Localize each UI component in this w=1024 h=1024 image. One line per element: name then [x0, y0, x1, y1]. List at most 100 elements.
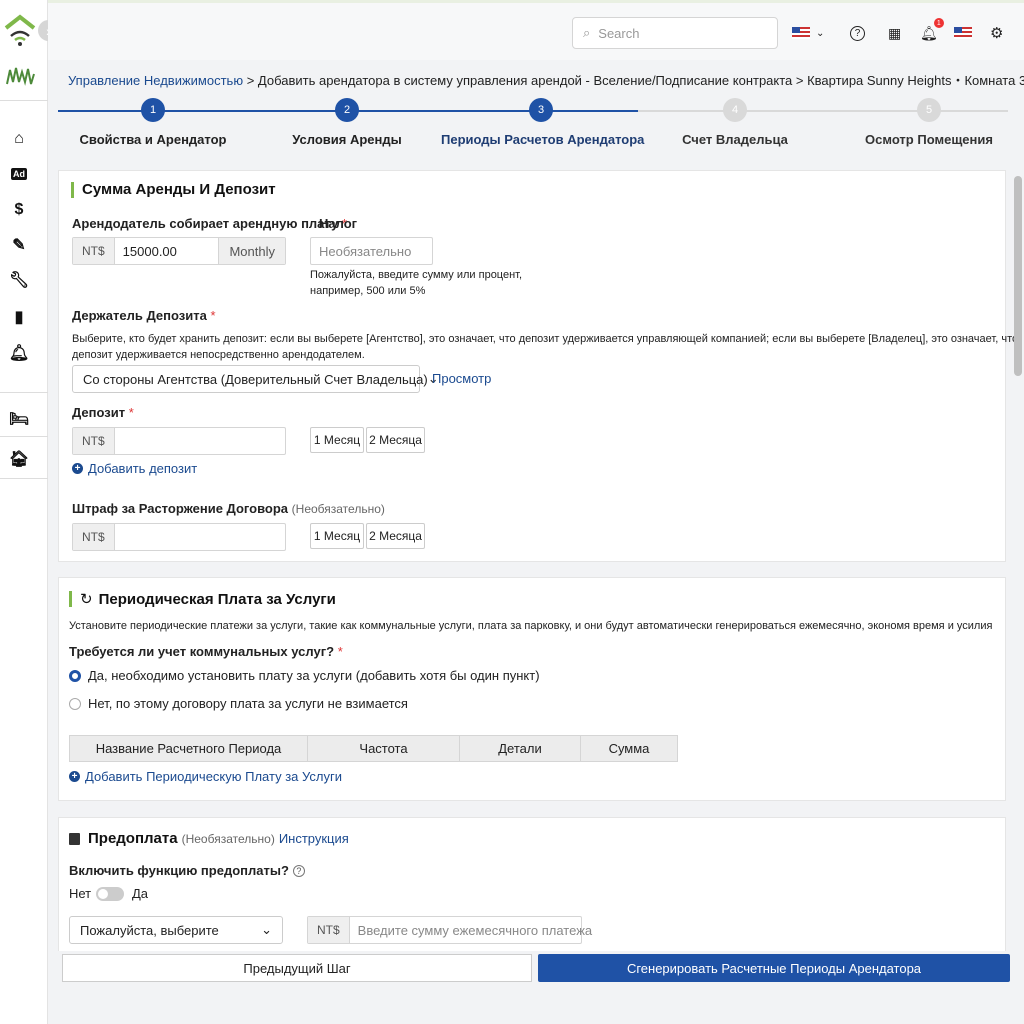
home-icon[interactable]: ⌂ [8, 128, 30, 150]
plus-circle-icon: + [72, 463, 83, 474]
penalty-value[interactable] [115, 524, 285, 550]
prepayment-question-text: Включить функцию предоплаты? [69, 863, 289, 878]
periodic-fees-title: ↻ Периодическая Плата за Услуги [69, 590, 336, 608]
bell-icon[interactable]: 🔔︎ [8, 342, 30, 364]
deposit-value[interactable] [115, 428, 285, 454]
search-input[interactable]: ⌕ Search [572, 17, 778, 49]
step-label: Осмотр Помещения [865, 132, 993, 147]
rent-amount-field[interactable]: NT$ 15000.00 Monthly [72, 237, 286, 265]
tax-input[interactable]: Необязательно [310, 237, 433, 265]
generate-periods-button[interactable]: Сгенерировать Расчетные Периоды Арендато… [538, 954, 1010, 982]
periodic-fees-card: ↻ Периодическая Плата за Услуги Установи… [58, 577, 1006, 801]
help-circle-icon[interactable]: ? [292, 864, 305, 877]
add-periodic-fee-link[interactable]: + Добавить Периодическую Плату за Услуги [69, 769, 342, 784]
prepayment-yes-label: Да [132, 886, 149, 901]
fees-yes-label: Да, необходимо установить плату за услуг… [88, 668, 540, 683]
help-icon[interactable]: ? [850, 23, 865, 43]
prepayment-select[interactable]: Пожалуйста, выберите ⌄ [69, 916, 283, 944]
rent-deposit-card: Сумма Аренды И Депозит Арендодатель соби… [58, 170, 1019, 562]
house-wifi-logo-icon[interactable] [2, 12, 38, 48]
deposit-holder-desc-line-1: Выберите, кто будет хранить депозит: есл… [72, 333, 1019, 345]
rent-period-addon[interactable]: Monthly [218, 238, 285, 264]
periodic-fees-title-text: Периодическая Плата за Услуги [98, 590, 336, 608]
rent-label-text: Арендодатель собирает арендную плату [72, 216, 339, 231]
step-number: 3 [529, 98, 553, 122]
tax-hint-line-1: Пожалуйста, введите сумму или процент, [310, 269, 523, 281]
house-user-icon[interactable]: 🏠︎ [8, 448, 30, 470]
bar-chart-icon[interactable]: ▮ [8, 306, 30, 328]
column-header-frequency: Частота [307, 735, 460, 762]
us-flag-icon [792, 27, 810, 39]
notification-bell-icon[interactable]: 🔔︎ 1 [920, 18, 944, 43]
book-icon [69, 832, 80, 845]
fees-table: Название Расчетного Периода Частота Дета… [69, 735, 678, 762]
scrollbar[interactable] [1014, 176, 1022, 376]
deposit-holder-description: Выберите, кто будет хранить депозит: есл… [72, 331, 1019, 363]
search-placeholder: Search [598, 25, 640, 41]
wrench-icon[interactable]: 🔧︎ [8, 269, 30, 291]
currency-addon: NT$ [73, 524, 115, 550]
deposit-input[interactable]: NT$ [72, 427, 286, 455]
sidebar-divider [0, 478, 48, 479]
prepayment-title-text: Предоплата [88, 830, 178, 847]
column-header-sum: Сумма [580, 735, 678, 762]
gear-icon[interactable]: ⚙ [990, 23, 1003, 43]
sidebar-divider [0, 392, 48, 393]
dollar-icon[interactable]: $ [8, 199, 30, 221]
language-selector[interactable]: ⌄ [792, 23, 824, 43]
rent-amount-value[interactable]: 15000.00 [115, 238, 219, 264]
deposit-2-months-button[interactable]: 2 Месяца [366, 427, 425, 453]
monthly-payment-input[interactable]: NT$ Введите сумму ежемесячного платежа [307, 916, 592, 944]
column-header-details: Детали [459, 735, 581, 762]
deposit-holder-select[interactable]: Со стороны Агентства (Доверительный Счет… [72, 365, 439, 393]
chevron-down-icon: ⌄ [261, 922, 272, 937]
required-mark: * [210, 308, 216, 323]
breadcrumb-root-link[interactable]: Управление Недвижимостью [68, 73, 243, 88]
fees-yes-radio[interactable]: Да, необходимо установить плату за услуг… [69, 668, 540, 683]
fees-no-label: Нет, по этому договору плата за услуги н… [88, 696, 408, 711]
deposit-label: Депозит * [72, 405, 134, 420]
previous-step-button[interactable]: Предыдущий Шаг [62, 954, 532, 982]
utilities-question-text: Требуется ли учет коммунальных услуг? [69, 644, 335, 659]
sidebar: ⌂ Ad $ ✎ 🔧︎ ▮ 🔔︎ 🛏︎ 🏠︎ [0, 0, 48, 1024]
deposit-holder-desc-line-2: депозит удерживается непосредственно аре… [72, 349, 365, 361]
step-3[interactable]: 3 Периоды Расчетов Арендатора [441, 96, 645, 147]
deposit-1-month-button[interactable]: 1 Месяц [310, 427, 364, 453]
step-1[interactable]: 1 Свойства и Арендатор [53, 96, 253, 147]
add-deposit-link[interactable]: + Добавить депозит [72, 461, 197, 476]
rent-label: Арендодатель собирает арендную плату * [72, 216, 347, 231]
region-flag-icon[interactable] [954, 23, 972, 43]
tax-hint-line-2: например, 500 или 5% [310, 285, 426, 297]
step-label: Периоды Расчетов Арендатора [441, 132, 645, 147]
currency-addon: NT$ [308, 917, 350, 943]
penalty-input[interactable]: NT$ [72, 523, 286, 551]
fees-no-radio[interactable]: Нет, по этому договору плата за услуги н… [69, 696, 408, 711]
table-header-row: Название Расчетного Периода Частота Дета… [69, 735, 678, 762]
prepayment-toggle[interactable] [96, 887, 124, 901]
prepayment-select-placeholder: Пожалуйста, выберите [80, 922, 219, 938]
step-4[interactable]: 4 Счет Владельца [635, 96, 835, 147]
title-accent-bar [71, 181, 74, 198]
calendar-icon[interactable]: ▦ [888, 23, 901, 43]
refresh-icon: ↻ [80, 591, 93, 608]
radio-checked-icon [69, 669, 81, 682]
step-label: Условия Аренды [292, 132, 402, 147]
top-bar: ⌕ Search ⌄ ? ▦ 🔔︎ 1 ⚙ [48, 0, 1024, 60]
stepper: 1 Свойства и Арендатор 2 Условия Аренды … [58, 96, 1008, 156]
penalty-2-months-button[interactable]: 2 Месяца [366, 523, 425, 549]
add-periodic-fee-text: Добавить Периодическую Плату за Услуги [85, 769, 342, 784]
title-accent-bar [69, 591, 72, 607]
instruction-link[interactable]: Инструкция [279, 831, 349, 846]
step-2[interactable]: 2 Условия Аренды [247, 96, 447, 147]
step-label: Свойства и Арендатор [79, 132, 227, 147]
view-link[interactable]: Просмотр [432, 371, 491, 386]
search-icon: ⌕ [583, 25, 591, 40]
bed-icon[interactable]: 🛏︎ [8, 408, 30, 430]
breadcrumb: Управление Недвижимостью > Добавить арен… [68, 70, 1024, 89]
ad-icon[interactable]: Ad [8, 163, 30, 185]
step-5[interactable]: 5 Осмотр Помещения [829, 96, 1024, 147]
penalty-1-month-button[interactable]: 1 Месяц [310, 523, 364, 549]
contract-sign-icon[interactable]: ✎ [8, 234, 30, 256]
step-number: 4 [723, 98, 747, 122]
deposit-label-text: Депозит [72, 405, 126, 420]
